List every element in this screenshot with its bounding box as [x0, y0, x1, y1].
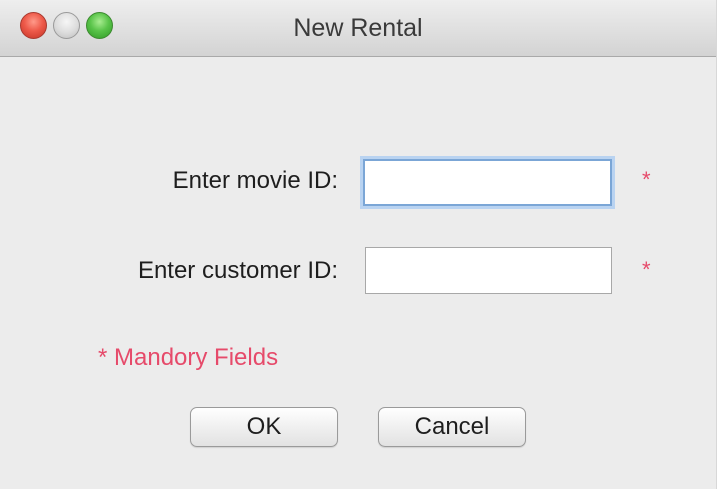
customer-id-label: Enter customer ID:	[137, 257, 338, 284]
new-rental-dialog: New Rental Enter movie ID: * Enter custo…	[0, 0, 717, 489]
movie-id-required-marker: *	[642, 167, 651, 192]
dialog-content: Enter movie ID: * Enter customer ID: * *…	[0, 57, 716, 489]
title-bar[interactable]: New Rental	[0, 0, 716, 57]
ok-button[interactable]: OK	[190, 407, 338, 447]
movie-id-input[interactable]	[363, 159, 612, 206]
mandatory-fields-note: * Mandory Fields	[98, 344, 279, 371]
movie-id-label: Enter movie ID:	[172, 167, 338, 194]
customer-id-input[interactable]	[365, 247, 612, 294]
cancel-button[interactable]: Cancel	[378, 407, 526, 447]
customer-id-required-marker: *	[642, 257, 651, 282]
window-title: New Rental	[293, 14, 423, 42]
